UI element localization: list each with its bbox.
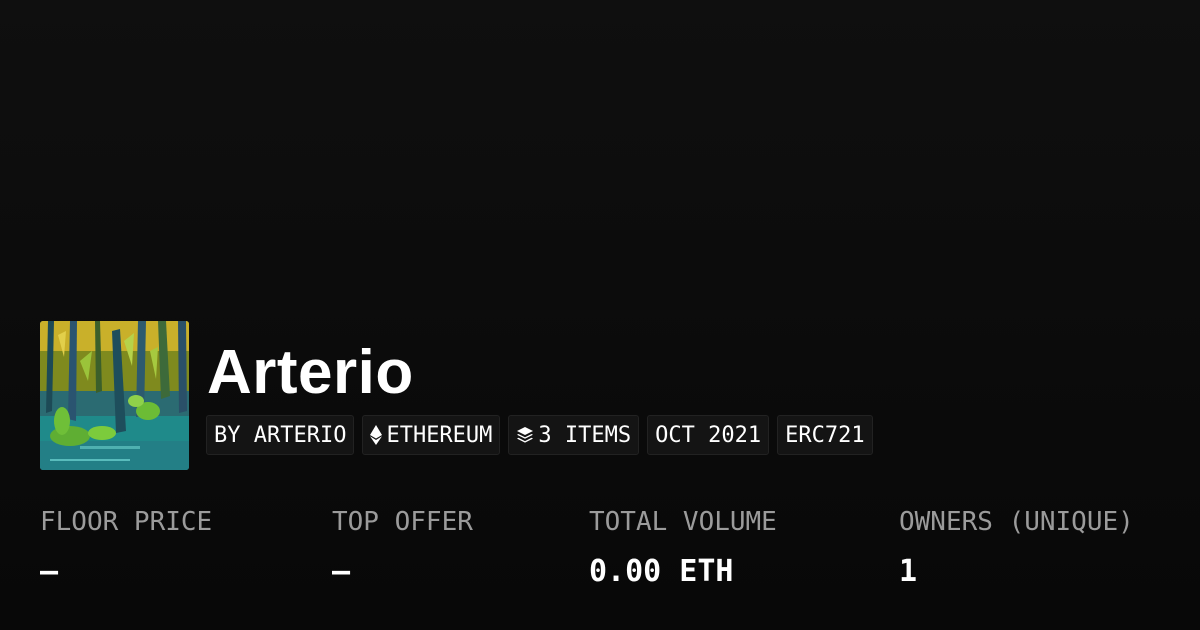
standard-tag[interactable]: ERC721 (777, 415, 873, 455)
stat-top-offer-label: TOP OFFER (332, 507, 473, 537)
stat-total-volume-label: TOTAL VOLUME (589, 507, 777, 537)
chain-tag-label: ETHEREUM (386, 422, 493, 448)
collection-tags: BY ARTERIO ETHEREUM 3 ITEMS OCT 2021 ERC… (206, 415, 873, 455)
stat-floor-price: FLOOR PRICE – (40, 505, 212, 589)
stat-total-volume: TOTAL VOLUME 0.00 ETH (589, 505, 777, 589)
date-tag[interactable]: OCT 2021 (647, 415, 770, 455)
stat-owners-label: OWNERS (UNIQUE) (899, 507, 1134, 537)
painting-thumbnail-image (40, 321, 189, 470)
stat-total-volume-value: 0.00 ETH (589, 554, 734, 589)
chain-tag[interactable]: ETHEREUM (362, 415, 501, 455)
collection-thumbnail (40, 321, 189, 470)
collection-title: Arterio (207, 338, 414, 407)
stat-top-offer-value: – (332, 554, 351, 589)
stat-owners: OWNERS (UNIQUE) 1 (899, 505, 1134, 589)
date-tag-label: OCT 2021 (655, 422, 762, 448)
stat-top-offer: TOP OFFER – (332, 505, 473, 589)
layers-icon (516, 426, 534, 444)
creator-tag-label: BY ARTERIO (214, 422, 347, 448)
stat-owners-value: 1 (899, 554, 918, 589)
ethereum-icon (370, 425, 383, 445)
stat-floor-price-value: – (40, 554, 59, 589)
items-tag[interactable]: 3 ITEMS (508, 415, 640, 455)
creator-tag[interactable]: BY ARTERIO (206, 415, 355, 455)
standard-tag-label: ERC721 (785, 422, 865, 448)
items-tag-label: 3 ITEMS (538, 422, 632, 448)
stat-floor-price-label: FLOOR PRICE (40, 507, 213, 537)
